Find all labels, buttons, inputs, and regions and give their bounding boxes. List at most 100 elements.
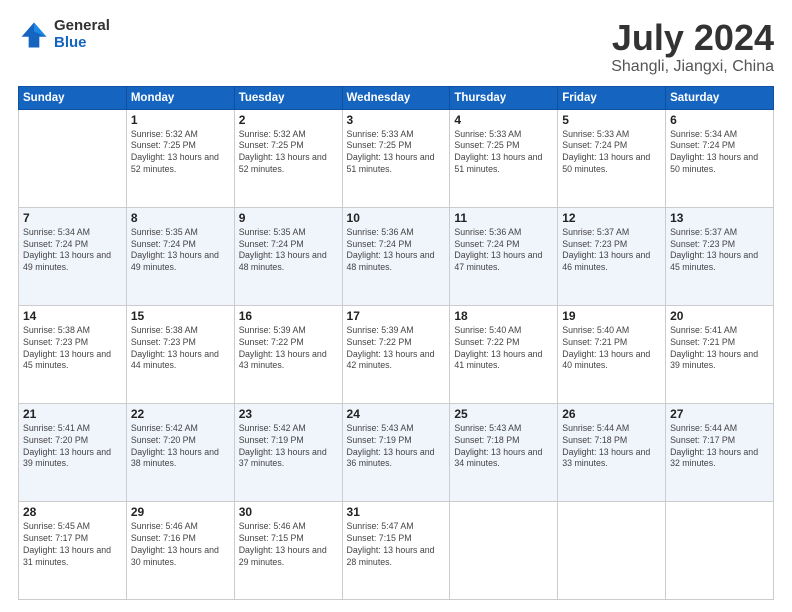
calendar-cell: 28 Sunrise: 5:45 AM Sunset: 7:17 PM Dayli… [19,501,127,599]
day-info: Sunrise: 5:35 AM Sunset: 7:24 PM Dayligh… [131,227,230,275]
day-info: Sunrise: 5:43 AM Sunset: 7:18 PM Dayligh… [454,423,553,471]
weekday-header-tuesday: Tuesday [234,86,342,109]
day-info: Sunrise: 5:47 AM Sunset: 7:15 PM Dayligh… [347,521,446,569]
weekday-header-saturday: Saturday [666,86,774,109]
day-info: Sunrise: 5:41 AM Sunset: 7:20 PM Dayligh… [23,423,122,471]
weekday-header-thursday: Thursday [450,86,558,109]
weekday-header-monday: Monday [126,86,234,109]
day-number: 17 [347,309,446,323]
day-info: Sunrise: 5:33 AM Sunset: 7:24 PM Dayligh… [562,129,661,177]
day-info: Sunrise: 5:40 AM Sunset: 7:22 PM Dayligh… [454,325,553,373]
day-number: 1 [131,113,230,127]
day-info: Sunrise: 5:32 AM Sunset: 7:25 PM Dayligh… [239,129,338,177]
day-info: Sunrise: 5:46 AM Sunset: 7:16 PM Dayligh… [131,521,230,569]
calendar-cell: 12 Sunrise: 5:37 AM Sunset: 7:23 PM Dayli… [558,207,666,305]
day-info: Sunrise: 5:40 AM Sunset: 7:21 PM Dayligh… [562,325,661,373]
logo-icon [18,19,50,51]
day-number: 23 [239,407,338,421]
day-info: Sunrise: 5:45 AM Sunset: 7:17 PM Dayligh… [23,521,122,569]
calendar-cell [558,501,666,599]
day-info: Sunrise: 5:36 AM Sunset: 7:24 PM Dayligh… [347,227,446,275]
calendar-week-row: 28 Sunrise: 5:45 AM Sunset: 7:17 PM Dayli… [19,501,774,599]
day-info: Sunrise: 5:41 AM Sunset: 7:21 PM Dayligh… [670,325,769,373]
day-number: 14 [23,309,122,323]
calendar-cell: 25 Sunrise: 5:43 AM Sunset: 7:18 PM Dayli… [450,403,558,501]
day-info: Sunrise: 5:37 AM Sunset: 7:23 PM Dayligh… [562,227,661,275]
day-info: Sunrise: 5:43 AM Sunset: 7:19 PM Dayligh… [347,423,446,471]
page: General Blue July 2024 Shangli, Jiangxi,… [0,0,792,612]
day-number: 31 [347,505,446,519]
day-number: 24 [347,407,446,421]
calendar-cell: 29 Sunrise: 5:46 AM Sunset: 7:16 PM Dayli… [126,501,234,599]
calendar-week-row: 1 Sunrise: 5:32 AM Sunset: 7:25 PM Daylig… [19,109,774,207]
calendar-cell: 1 Sunrise: 5:32 AM Sunset: 7:25 PM Daylig… [126,109,234,207]
calendar-cell: 17Sunrise: 5:39 AM Sunset: 7:22 PM Dayli… [342,305,450,403]
day-number: 19 [562,309,661,323]
day-number: 7 [23,211,122,225]
calendar-week-row: 14 Sunrise: 5:38 AM Sunset: 7:23 PM Dayli… [19,305,774,403]
weekday-header-friday: Friday [558,86,666,109]
day-number: 27 [670,407,769,421]
day-number: 4 [454,113,553,127]
day-number: 12 [562,211,661,225]
day-number: 11 [454,211,553,225]
day-info: Sunrise: 5:32 AM Sunset: 7:25 PM Dayligh… [131,129,230,177]
day-info: Sunrise: 5:33 AM Sunset: 7:25 PM Dayligh… [454,129,553,177]
calendar-cell: 10 Sunrise: 5:36 AM Sunset: 7:24 PM Dayli… [342,207,450,305]
day-number: 8 [131,211,230,225]
day-number: 25 [454,407,553,421]
day-number: 21 [23,407,122,421]
day-info: Sunrise: 5:37 AM Sunset: 7:23 PM Dayligh… [670,227,769,275]
calendar-cell: 11 Sunrise: 5:36 AM Sunset: 7:24 PM Dayli… [450,207,558,305]
day-info: Sunrise: 5:42 AM Sunset: 7:20 PM Dayligh… [131,423,230,471]
calendar-cell: 20Sunrise: 5:41 AM Sunset: 7:21 PM Dayli… [666,305,774,403]
day-number: 13 [670,211,769,225]
calendar-cell: 9Sunrise: 5:35 AM Sunset: 7:24 PM Daylig… [234,207,342,305]
day-info: Sunrise: 5:38 AM Sunset: 7:23 PM Dayligh… [131,325,230,373]
day-info: Sunrise: 5:44 AM Sunset: 7:18 PM Dayligh… [562,423,661,471]
calendar-cell: 5Sunrise: 5:33 AM Sunset: 7:24 PM Daylig… [558,109,666,207]
calendar-cell: 3Sunrise: 5:33 AM Sunset: 7:25 PM Daylig… [342,109,450,207]
day-number: 28 [23,505,122,519]
day-info: Sunrise: 5:34 AM Sunset: 7:24 PM Dayligh… [670,129,769,177]
calendar-cell: 14 Sunrise: 5:38 AM Sunset: 7:23 PM Dayli… [19,305,127,403]
day-info: Sunrise: 5:46 AM Sunset: 7:15 PM Dayligh… [239,521,338,569]
calendar-cell: 31 Sunrise: 5:47 AM Sunset: 7:15 PM Dayli… [342,501,450,599]
day-number: 18 [454,309,553,323]
calendar-cell: 22 Sunrise: 5:42 AM Sunset: 7:20 PM Dayli… [126,403,234,501]
day-number: 29 [131,505,230,519]
weekday-header-row: SundayMondayTuesdayWednesdayThursdayFrid… [19,86,774,109]
day-info: Sunrise: 5:39 AM Sunset: 7:22 PM Dayligh… [239,325,338,373]
logo: General Blue [18,18,110,51]
logo-blue-text: Blue [54,35,110,52]
day-number: 22 [131,407,230,421]
calendar-week-row: 21 Sunrise: 5:41 AM Sunset: 7:20 PM Dayli… [19,403,774,501]
weekday-header-sunday: Sunday [19,86,127,109]
day-number: 16 [239,309,338,323]
calendar-cell: 6 Sunrise: 5:34 AM Sunset: 7:24 PM Daylig… [666,109,774,207]
calendar-table: SundayMondayTuesdayWednesdayThursdayFrid… [18,86,774,600]
calendar-week-row: 7 Sunrise: 5:34 AM Sunset: 7:24 PM Daylig… [19,207,774,305]
day-number: 2 [239,113,338,127]
day-info: Sunrise: 5:38 AM Sunset: 7:23 PM Dayligh… [23,325,122,373]
day-number: 10 [347,211,446,225]
calendar-cell [19,109,127,207]
day-info: Sunrise: 5:42 AM Sunset: 7:19 PM Dayligh… [239,423,338,471]
calendar-cell: 23 Sunrise: 5:42 AM Sunset: 7:19 PM Dayli… [234,403,342,501]
day-number: 6 [670,113,769,127]
calendar-subtitle: Shangli, Jiangxi, China [611,58,774,76]
day-number: 15 [131,309,230,323]
calendar-cell: 21 Sunrise: 5:41 AM Sunset: 7:20 PM Dayli… [19,403,127,501]
day-info: Sunrise: 5:33 AM Sunset: 7:25 PM Dayligh… [347,129,446,177]
calendar-cell [666,501,774,599]
day-info: Sunrise: 5:34 AM Sunset: 7:24 PM Dayligh… [23,227,122,275]
day-number: 26 [562,407,661,421]
weekday-header-wednesday: Wednesday [342,86,450,109]
day-info: Sunrise: 5:35 AM Sunset: 7:24 PM Dayligh… [239,227,338,275]
calendar-cell: 19 Sunrise: 5:40 AM Sunset: 7:21 PM Dayli… [558,305,666,403]
day-info: Sunrise: 5:36 AM Sunset: 7:24 PM Dayligh… [454,227,553,275]
calendar-cell: 13 Sunrise: 5:37 AM Sunset: 7:23 PM Dayli… [666,207,774,305]
logo-general-text: General [54,18,110,35]
calendar-title: July 2024 [611,18,774,58]
calendar-cell: 8 Sunrise: 5:35 AM Sunset: 7:24 PM Daylig… [126,207,234,305]
